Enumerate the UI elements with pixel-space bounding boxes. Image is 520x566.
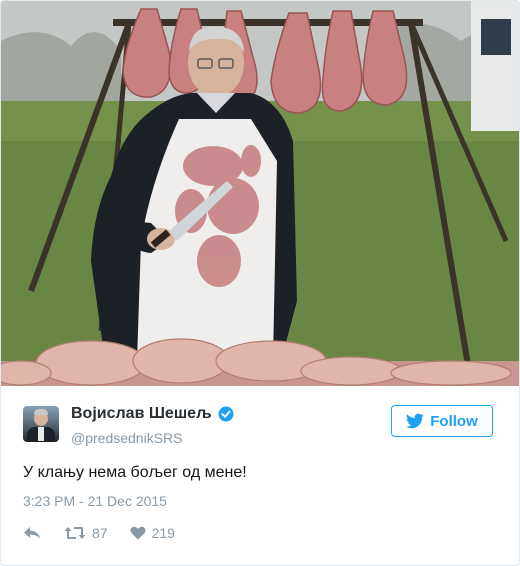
author-name-row[interactable]: Војислав Шешељ — [71, 405, 234, 423]
tweet-text: У клању нема бољег од мене! — [23, 464, 247, 481]
photo-illustration — [1, 1, 519, 386]
retweet-icon — [64, 527, 86, 539]
like-button[interactable]: 219 — [130, 525, 175, 541]
like-count: 219 — [151, 525, 175, 541]
tweet-card: Војислав Шешељ @predsednikSRS Follow У к… — [0, 0, 520, 566]
twitter-bird-icon — [406, 413, 425, 429]
author-handle[interactable]: @predsednikSRS — [71, 430, 183, 446]
follow-button[interactable]: Follow — [391, 405, 493, 437]
tweet-timestamp[interactable]: 3:23 PM - 21 Dec 2015 — [23, 493, 167, 509]
author-display-name[interactable]: Војислав Шешељ — [71, 405, 212, 423]
avatar-shirt — [38, 427, 44, 441]
heart-icon — [130, 526, 146, 540]
follow-button-label: Follow — [430, 412, 478, 430]
avatar[interactable] — [23, 406, 59, 442]
verified-badge-icon — [218, 406, 234, 422]
avatar-hair — [34, 409, 48, 415]
reply-icon — [24, 527, 40, 539]
retweet-button[interactable]: 87 — [64, 525, 108, 541]
retweet-count: 87 — [92, 525, 108, 541]
reply-button[interactable] — [23, 526, 43, 540]
tweet-photo[interactable] — [1, 1, 519, 386]
tweet-actions: 87 219 — [23, 525, 175, 541]
